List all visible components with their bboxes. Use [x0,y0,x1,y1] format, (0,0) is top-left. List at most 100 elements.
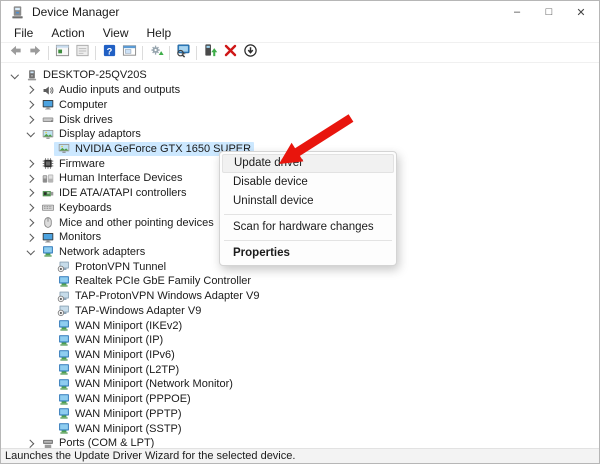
computer-root-icon [25,69,39,82]
network-icon [41,245,55,258]
chevron-placeholder [39,333,54,347]
context-menu-item-disable-device[interactable]: Disable device [222,173,394,192]
network-icon [57,407,71,420]
tree-item-label: TAP-Windows Adapter V9 [75,305,201,317]
tree-item-tap-protonvpn-windows-adapter-v9[interactable]: TAP-ProtonVPN Windows Adapter V9 [1,289,599,304]
display-adapter-icon [57,142,71,155]
title-bar: Device Manager – □ ✕ [1,1,599,23]
tree-item-wan-miniport-sstp-[interactable]: WAN Miniport (SSTP) [1,421,599,436]
window-title: Device Manager [32,5,119,19]
tree-item-label: Human Interface Devices [59,172,183,184]
console-window-icon [55,43,70,63]
tree-item-label: Realtek PCIe GbE Family Controller [75,275,251,287]
network-icon [57,349,71,362]
network-icon [57,334,71,347]
back-button[interactable] [5,44,25,62]
context-menu-item-scan-for-hardware-changes[interactable]: Scan for hardware changes [222,218,394,237]
tree-item-tap-windows-adapter-v9[interactable]: TAP-Windows Adapter V9 [1,304,599,319]
device-manager-icon [10,5,25,20]
menu-view[interactable]: View [94,24,138,42]
show-console-tree-button[interactable] [52,44,72,62]
network-icon [57,275,71,288]
network-icon [57,422,71,435]
scan-for-hardware-changes-button[interactable] [173,44,193,62]
tree-item-wan-miniport-ipv6-[interactable]: WAN Miniport (IPv6) [1,348,599,363]
export-list-icon [75,43,90,63]
forward-button[interactable] [25,44,45,62]
computer-icon [41,98,55,111]
menu-action[interactable]: Action [42,24,93,42]
tree-item-label: Mice and other pointing devices [59,217,214,229]
context-menu-item-uninstall-device[interactable]: Uninstall device [222,192,394,211]
tree-item-content: IDE ATA/ATAPI controllers [38,186,190,200]
tree-item-content: WAN Miniport (IP) [54,333,166,347]
audio-icon [41,84,55,97]
tree-item-label: TAP-ProtonVPN Windows Adapter V9 [75,290,259,302]
chevron-down-icon[interactable] [23,127,38,141]
tree-item-disk-drives[interactable]: Disk drives [1,112,599,127]
tree-item-content: Network adapters [38,245,148,259]
back-icon [8,43,23,63]
network-icon [57,393,71,406]
maximize-button[interactable]: □ [533,1,565,23]
context-menu-item-update-driver[interactable]: Update driver [222,154,394,173]
chevron-down-icon[interactable] [7,68,22,82]
network-icon [57,378,71,391]
tree-item-computer[interactable]: Computer [1,97,599,112]
uninstall-device-button[interactable] [220,44,240,62]
chevron-right-icon[interactable] [23,113,38,127]
tree-item-content: Display adaptors [38,127,144,141]
chevron-right-icon[interactable] [23,201,38,215]
tree-item-desktop-25qv20s[interactable]: DESKTOP-25QV20S [1,68,599,83]
chevron-right-icon[interactable] [23,157,38,171]
chevron-right-icon[interactable] [23,216,38,230]
help-button[interactable]: ? [99,44,119,62]
tree-item-label: Display adaptors [59,128,141,140]
tree-item-content: Disk drives [38,113,116,127]
tree-item-audio-inputs-and-outputs[interactable]: Audio inputs and outputs [1,83,599,98]
tree-item-wan-miniport-pptp-[interactable]: WAN Miniport (PPTP) [1,407,599,422]
chevron-right-icon[interactable] [23,98,38,112]
hid-icon [41,172,55,185]
chevron-placeholder [39,289,54,303]
tree-item-content: WAN Miniport (L2TP) [54,363,182,377]
toolbar-separator [196,46,197,60]
tree-item-wan-miniport-pppoe-[interactable]: WAN Miniport (PPPOE) [1,392,599,407]
tree-item-display-adaptors[interactable]: Display adaptors [1,127,599,142]
disk-icon [41,113,55,126]
context-menu: Update driverDisable deviceUninstall dev… [219,151,397,266]
tree-item-wan-miniport-ikev2-[interactable]: WAN Miniport (IKEv2) [1,318,599,333]
svg-text:?: ? [106,46,112,56]
context-menu-item-properties[interactable]: Properties [222,244,394,263]
tree-item-label: WAN Miniport (PPPOE) [75,393,191,405]
minimize-button[interactable]: – [501,1,533,23]
chevron-right-icon[interactable] [23,171,38,185]
chevron-placeholder [39,392,54,406]
tree-item-wan-miniport-l2tp-[interactable]: WAN Miniport (L2TP) [1,362,599,377]
toolbar-separator [169,46,170,60]
close-button[interactable]: ✕ [565,1,597,23]
menu-file[interactable]: File [5,24,42,42]
update-driver-settings-button[interactable] [146,44,166,62]
tree-item-wan-miniport-ip-[interactable]: WAN Miniport (IP) [1,333,599,348]
tree-item-label: Monitors [59,231,101,243]
menu-help[interactable]: Help [138,24,181,42]
chevron-down-icon[interactable] [23,245,38,259]
network-legacy-icon [57,260,71,273]
chevron-right-icon[interactable] [23,230,38,244]
chevron-right-icon[interactable] [23,83,38,97]
properties-window-button[interactable] [119,44,139,62]
chevron-placeholder [39,348,54,362]
tree-item-realtek-pcie-gbe-family-controller[interactable]: Realtek PCIe GbE Family Controller [1,274,599,289]
chevron-right-icon[interactable] [23,186,38,200]
export-list-button[interactable] [72,44,92,62]
update-device-driver-button[interactable] [200,44,220,62]
tree-item-label: WAN Miniport (L2TP) [75,364,179,376]
tree-item-label: WAN Miniport (IP) [75,334,163,346]
context-menu-separator [224,240,392,241]
tree-item-label: ProtonVPN Tunnel [75,261,166,273]
chevron-placeholder [39,274,54,288]
tree-item-wan-miniport-network-monitor-[interactable]: WAN Miniport (Network Monitor) [1,377,599,392]
tree-item-label: Disk drives [59,114,113,126]
disable-device-button[interactable] [240,44,260,62]
